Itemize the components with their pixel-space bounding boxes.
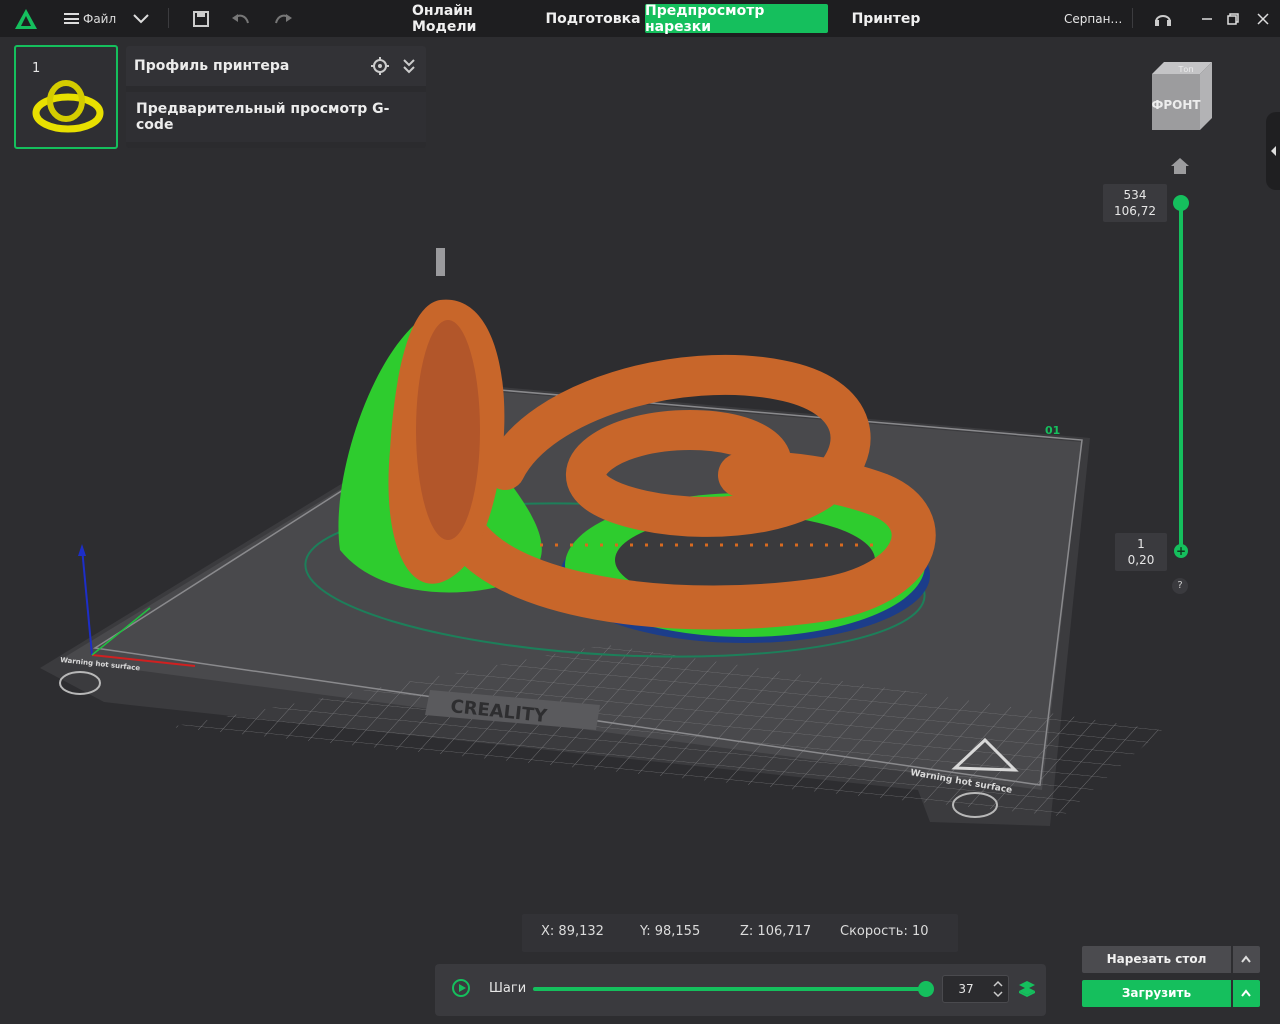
file-menu-label: Файл (83, 11, 117, 26)
menu-icon (64, 13, 79, 24)
home-icon[interactable] (1170, 156, 1190, 176)
top-layer-number: 534 (1123, 188, 1147, 202)
layers-icon[interactable] (1018, 979, 1036, 999)
layer-slider-track[interactable] (1179, 203, 1183, 553)
redo-icon[interactable] (272, 0, 294, 37)
close-icon[interactable] (1252, 0, 1274, 37)
bottom-layer-height: 0,20 (1127, 553, 1155, 567)
coord-x: X: 89,132 (541, 924, 604, 939)
steps-label: Шаги (489, 981, 527, 996)
chevron-up-icon (1241, 955, 1251, 963)
layer-slider-top-handle[interactable] (1173, 195, 1189, 211)
play-icon[interactable] (452, 979, 470, 997)
plate-thumbnail[interactable]: 1 (14, 45, 118, 149)
app-logo-icon (14, 0, 40, 37)
view-cube[interactable]: ФРОНТ Топ (1146, 60, 1216, 132)
chevron-up-icon (1241, 989, 1251, 997)
slice-plate-button[interactable]: Нарезать стол (1082, 946, 1231, 973)
double-chevron-down-icon[interactable] (400, 56, 418, 76)
tab-online-models[interactable]: Онлайн Модели (412, 0, 538, 37)
slice-options-button[interactable] (1233, 946, 1260, 973)
upload-button[interactable]: Загрузить (1082, 980, 1231, 1007)
spinner-arrows-icon[interactable] (991, 979, 1005, 999)
divider (168, 8, 169, 28)
viewcube-front-label: ФРОНТ (1151, 98, 1201, 112)
undo-icon[interactable] (230, 0, 252, 37)
steps-spinbox[interactable]: 37 (942, 975, 1009, 1003)
dropdown-chevron-icon[interactable] (133, 0, 155, 37)
divider (1132, 8, 1133, 28)
printer-profile-header[interactable]: Профиль принтера (126, 46, 426, 86)
steps-slider-track[interactable] (533, 987, 926, 991)
top-bar: Файл Онлайн Модели Подготовка Предпросмо… (0, 0, 1280, 37)
steps-slider-handle[interactable] (918, 981, 934, 997)
viewport-3d[interactable]: CREALITY Warning hot surface Warning hot… (0, 0, 1280, 1024)
printer-profile-title: Профиль принтера (134, 58, 290, 74)
bottom-layer-number: 1 (1137, 537, 1145, 551)
coord-y: Y: 98,155 (640, 924, 701, 939)
steps-value: 37 (958, 982, 974, 996)
tab-prepare[interactable]: Подготовка (545, 0, 641, 37)
layer-slider-bottom-handle[interactable]: + (1174, 544, 1188, 558)
help-button[interactable]: ? (1172, 578, 1188, 594)
file-menu-button[interactable]: Файл (64, 0, 126, 37)
bed-plate-tag: 01 (1045, 424, 1060, 437)
top-layer-readout: 534 106,72 (1103, 184, 1167, 222)
viewcube-top-label: Топ (1177, 65, 1193, 74)
gcode-preview-label: Предварительный просмотр G-code (136, 101, 390, 133)
plate-number: 1 (32, 61, 41, 76)
top-layer-height: 106,72 (1114, 204, 1156, 218)
support-headset-icon[interactable] (1152, 0, 1174, 37)
tab-slice-preview[interactable]: Предпросмотр нарезки (645, 3, 828, 35)
tab-printer[interactable]: Принтер (848, 0, 924, 37)
coord-z: Z: 106,717 (740, 924, 812, 939)
restore-icon[interactable] (1222, 0, 1244, 37)
speed-readout: Скорость: 10 (840, 924, 929, 939)
model-thumbnail-icon (32, 80, 104, 133)
printer-profile-panel: Профиль принтера Предварительный просмот… (126, 46, 426, 148)
collapse-arrow-icon (1271, 146, 1276, 156)
upload-options-button[interactable] (1233, 980, 1260, 1007)
bottom-layer-readout: 1 0,20 (1115, 533, 1167, 571)
gcode-preview-row[interactable]: Предварительный просмотр G-code (126, 92, 426, 142)
steps-bar: Шаги 37 (435, 964, 1046, 1016)
gear-icon[interactable] (370, 56, 390, 76)
minimize-icon[interactable] (1196, 0, 1218, 37)
save-icon[interactable] (190, 0, 212, 37)
user-account-button[interactable]: Серпан… (1064, 0, 1122, 37)
sliced-model (338, 248, 936, 643)
side-panel-toggle[interactable] (1266, 112, 1280, 190)
coordinates-bar: X: 89,132 Y: 98,155 Z: 106,717 Скорость:… (522, 914, 958, 952)
